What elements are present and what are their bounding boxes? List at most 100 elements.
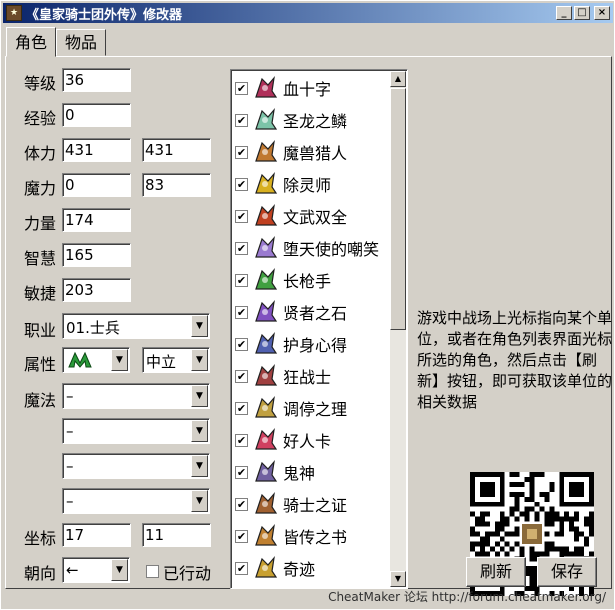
list-item[interactable]: ✔ 魔兽猎人 bbox=[235, 136, 347, 168]
hp-input[interactable]: 431 bbox=[62, 138, 131, 162]
item-label: 护身心得 bbox=[283, 336, 348, 355]
item-checkbox[interactable]: ✔ bbox=[235, 369, 248, 383]
chevron-down-icon[interactable]: ▼ bbox=[191, 420, 208, 442]
facing-select[interactable]: ← ▼ bbox=[62, 557, 130, 583]
list-item[interactable]: ✔ 骑士之证 bbox=[235, 488, 347, 520]
item-checkbox[interactable]: ✔ bbox=[235, 113, 248, 127]
alignment-select-value: 中立 bbox=[146, 353, 177, 371]
refresh-button[interactable]: 刷新 bbox=[466, 557, 526, 587]
str-input[interactable]: 174 bbox=[62, 208, 131, 232]
item-checkbox[interactable]: ✔ bbox=[235, 177, 248, 191]
list-item[interactable]: ✔ 狂战士 bbox=[235, 360, 331, 392]
facing-select-value: ← bbox=[66, 561, 79, 579]
blood-cross-icon bbox=[255, 76, 278, 98]
magic-slot-3[interactable]: – ▼ bbox=[62, 453, 210, 479]
list-item[interactable]: ✔ 血十字 bbox=[235, 72, 331, 104]
element-select[interactable]: ▼ bbox=[62, 347, 130, 373]
acted-label: 已行动 bbox=[163, 564, 212, 583]
item-checkbox[interactable]: ✔ bbox=[235, 561, 248, 575]
item-checkbox[interactable]: ✔ bbox=[235, 465, 248, 479]
tab-items[interactable]: 物品 bbox=[56, 29, 107, 56]
maximize-button[interactable]: □ bbox=[574, 6, 590, 20]
minimize-button[interactable]: _ bbox=[556, 6, 572, 20]
list-item[interactable]: ✔ 文武双全 bbox=[235, 200, 347, 232]
chevron-down-icon[interactable]: ▼ bbox=[191, 315, 208, 337]
chevron-down-icon[interactable]: ▼ bbox=[191, 455, 208, 477]
chevron-down-icon[interactable]: ▼ bbox=[111, 349, 128, 371]
magic-slot-2[interactable]: – ▼ bbox=[62, 418, 210, 444]
chevron-down-icon[interactable]: ▼ bbox=[191, 490, 208, 512]
item-checkbox[interactable]: ✔ bbox=[235, 337, 248, 351]
item-checkbox[interactable]: ✔ bbox=[235, 273, 248, 287]
hp-max-input[interactable]: 431 bbox=[142, 138, 211, 162]
protection-icon bbox=[255, 332, 278, 354]
job-select-value: 01.士兵 bbox=[66, 319, 120, 337]
skill-list[interactable]: ✔ 血十字 ✔ 圣龙之鳞 ✔ 魔兽猎人 ✔ 除灵师 ✔ 文武双全 ✔ 堕天使的嘲笑 ✔ 长枪手 ✔ 贤者之石 ✔… bbox=[230, 69, 408, 589]
level-input[interactable]: 36 bbox=[62, 68, 131, 92]
chevron-down-icon[interactable]: ▼ bbox=[111, 559, 128, 581]
item-checkbox[interactable]: ✔ bbox=[235, 401, 248, 415]
item-checkbox[interactable]: ✔ bbox=[235, 529, 248, 543]
item-checkbox[interactable]: ✔ bbox=[235, 81, 248, 95]
item-label: 圣龙之鳞 bbox=[283, 112, 348, 131]
berserker-icon bbox=[255, 364, 278, 386]
coord-x-input[interactable]: 17 bbox=[62, 523, 131, 547]
exp-input[interactable]: 0 bbox=[62, 103, 131, 127]
scholar-warrior-icon bbox=[255, 204, 278, 226]
main-window: ★ 《皇家骑士团外传》修改器 _ □ × 角色 物品 等级 经验 体力 魔力 力… bbox=[0, 0, 615, 610]
int-input[interactable]: 165 bbox=[62, 243, 131, 267]
level-label: 等级 bbox=[24, 74, 57, 93]
save-button[interactable]: 保存 bbox=[537, 557, 597, 587]
item-label: 皆传之书 bbox=[283, 528, 348, 547]
agi-input[interactable]: 203 bbox=[62, 278, 131, 302]
item-checkbox[interactable]: ✔ bbox=[235, 209, 248, 223]
int-label: 智慧 bbox=[24, 249, 57, 268]
chevron-down-icon[interactable]: ▼ bbox=[191, 385, 208, 407]
chevron-down-icon[interactable]: ▼ bbox=[191, 349, 208, 371]
item-label: 堕天使的嘲笑 bbox=[283, 240, 380, 259]
magic-slot-1[interactable]: – ▼ bbox=[62, 383, 210, 409]
dragon-scale-icon bbox=[255, 108, 278, 130]
acted-checkbox[interactable] bbox=[146, 565, 159, 578]
title-bar[interactable]: ★ 《皇家骑士团外传》修改器 _ □ × bbox=[3, 3, 613, 23]
beast-hunter-icon bbox=[255, 140, 278, 162]
heart-card-icon bbox=[255, 428, 278, 450]
footer-link[interactable]: CheatMaker 论坛 http://forum.cheatmaker.or… bbox=[328, 588, 606, 605]
list-item[interactable]: ✔ 圣龙之鳞 bbox=[235, 104, 347, 136]
mp-input[interactable]: 0 bbox=[62, 173, 131, 197]
item-checkbox[interactable]: ✔ bbox=[235, 433, 248, 447]
item-label: 骑士之证 bbox=[283, 496, 348, 515]
list-item[interactable]: ✔ 鬼神 bbox=[235, 456, 315, 488]
exp-label: 经验 bbox=[24, 109, 57, 128]
item-checkbox[interactable]: ✔ bbox=[235, 241, 248, 255]
list-item[interactable]: ✔ 调停之理 bbox=[235, 392, 347, 424]
magic-slot-value: – bbox=[66, 492, 74, 510]
job-select[interactable]: 01.士兵 ▼ bbox=[62, 313, 210, 339]
scroll-down-button[interactable]: ▼ bbox=[390, 571, 406, 587]
list-item[interactable]: ✔ 奇迹 bbox=[235, 552, 315, 584]
character-panel: 等级 经验 体力 魔力 力量 智慧 敏捷 职业 属性 魔法 坐标 朝向 36 0… bbox=[5, 56, 612, 596]
magic-slot-4[interactable]: – ▼ bbox=[62, 488, 210, 514]
mp-max-input[interactable]: 83 bbox=[142, 173, 211, 197]
list-item[interactable]: ✔ 堕天使的嘲笑 bbox=[235, 232, 379, 264]
coord-y-input[interactable]: 11 bbox=[142, 523, 211, 547]
list-item[interactable]: ✔ 贤者之石 bbox=[235, 296, 347, 328]
item-checkbox[interactable]: ✔ bbox=[235, 145, 248, 159]
item-label: 魔兽猎人 bbox=[283, 144, 348, 163]
alignment-select[interactable]: 中立 ▼ bbox=[142, 347, 210, 373]
item-label: 血十字 bbox=[283, 80, 332, 99]
scrollbar[interactable]: ▲ ▼ bbox=[390, 71, 406, 587]
scroll-thumb[interactable] bbox=[390, 88, 406, 330]
miracle-icon bbox=[255, 556, 278, 578]
list-item[interactable]: ✔ 长枪手 bbox=[235, 264, 331, 296]
item-checkbox[interactable]: ✔ bbox=[235, 497, 248, 511]
list-item[interactable]: ✔ 好人卡 bbox=[235, 424, 331, 456]
scroll-up-button[interactable]: ▲ bbox=[390, 71, 406, 87]
close-button[interactable]: × bbox=[594, 6, 610, 20]
list-item[interactable]: ✔ 护身心得 bbox=[235, 328, 347, 360]
item-checkbox[interactable]: ✔ bbox=[235, 305, 248, 319]
list-item[interactable]: ✔ 皆传之书 bbox=[235, 520, 347, 552]
list-item[interactable]: ✔ 除灵师 bbox=[235, 168, 331, 200]
tab-character[interactable]: 角色 bbox=[6, 27, 57, 57]
knight-proof-icon bbox=[255, 492, 278, 514]
